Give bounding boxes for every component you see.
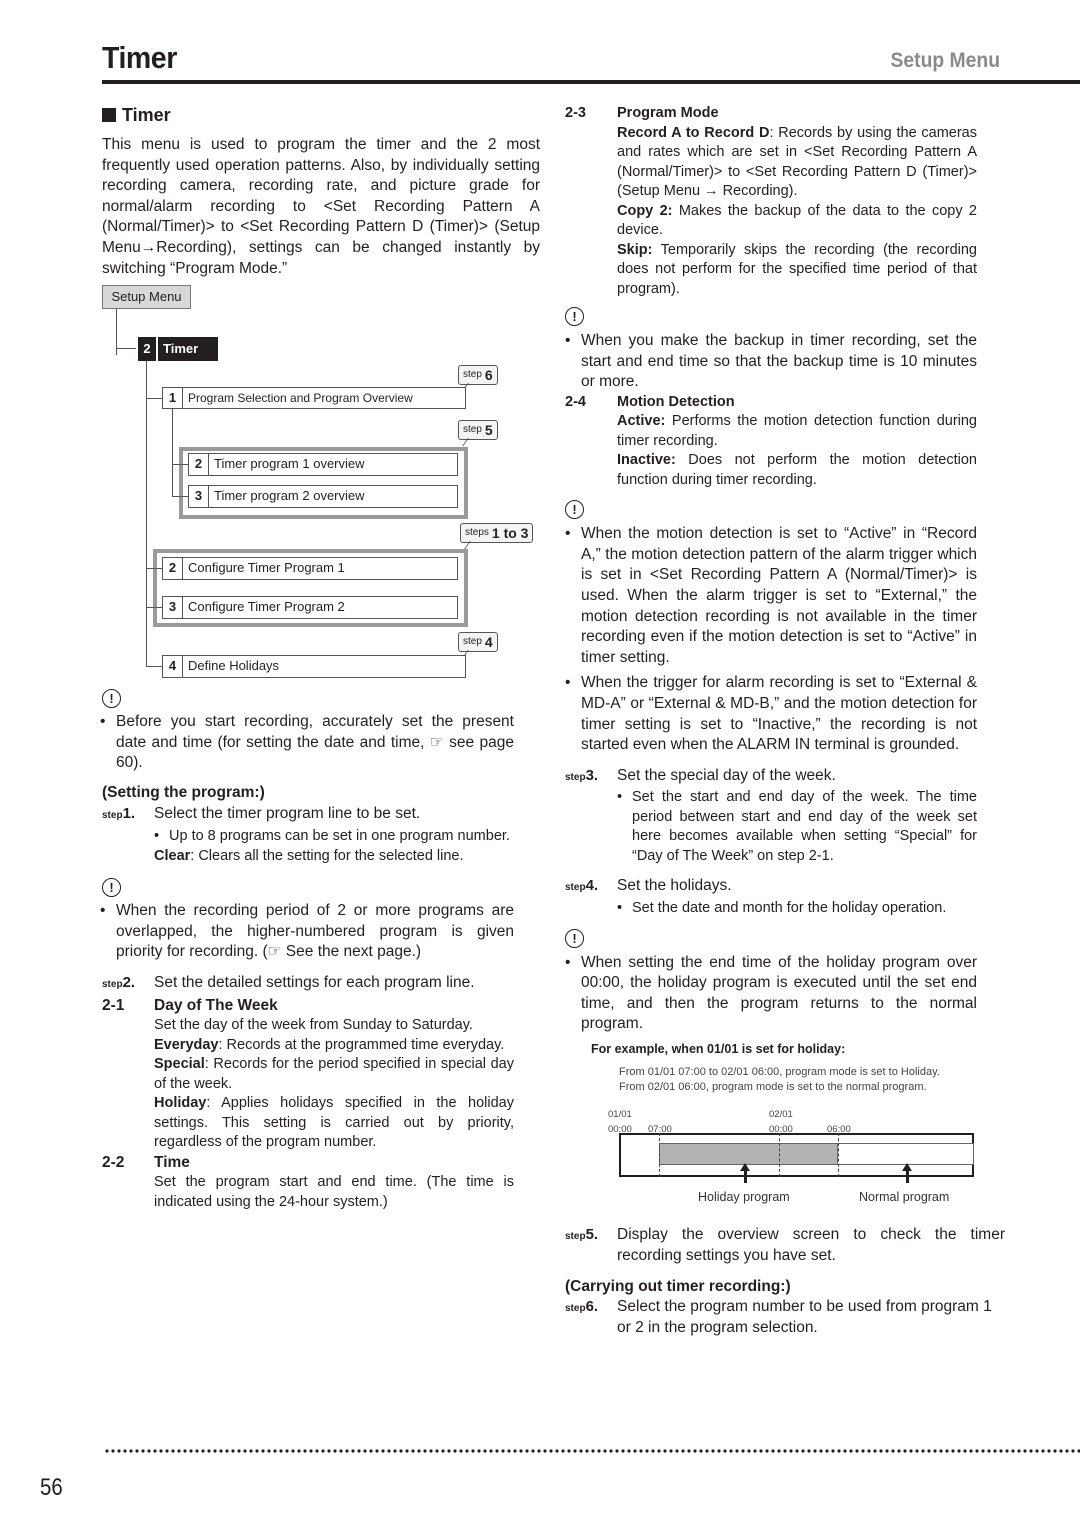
step-1-clear: Clear: Clears all the setting for the se… (154, 847, 464, 864)
timeline-tick (659, 1133, 660, 1178)
square-bullet-icon (102, 108, 116, 122)
holiday-timeline-diagram: 01/01 02/01 00:00 07:00 00:00 06:00 Holi… (565, 1105, 977, 1205)
step-tag: step 5 (458, 420, 498, 441)
timer-menu-box: 2 Timer (138, 337, 218, 362)
step-2: step2. Set the detailed settings for eac… (102, 974, 475, 991)
caution-note: • When the recording period of 2 or more … (100, 902, 514, 961)
example-heading: For example, when 01/01 is set for holid… (591, 1041, 846, 1056)
setup-menu-box: Setup Menu (102, 285, 191, 310)
section-name: Setup Menu (890, 49, 1000, 72)
normal-program-bar (838, 1143, 974, 1166)
timer-menu-label: Timer (158, 337, 218, 362)
subsection-2-1-heading: 2-1 Day of The Week (102, 996, 278, 1014)
caution-note: • When setting the end time of the holida… (565, 953, 977, 1033)
dotted-divider (104, 1448, 1080, 1454)
caution-icon: ! (565, 307, 584, 326)
step-3: step3. Set the special day of the week. (565, 766, 836, 784)
subsection-2-3-heading: 2-3 Program Mode (565, 105, 719, 121)
caution-note: • When the motion detection is set to “Ac… (565, 525, 977, 666)
connector-line (146, 361, 147, 668)
caution-note: • When the trigger for alarm recording is… (565, 674, 977, 754)
menu-item-program-selection: 1 Program Selection and Program Overview (162, 387, 466, 410)
step-1: step1. Select the timer program line to … (102, 804, 421, 822)
page-title: Timer (102, 40, 177, 75)
carrying-out-heading: (Carrying out timer recording:) (565, 1277, 791, 1295)
caution-icon: ! (565, 928, 584, 948)
caution-icon: ! (102, 878, 121, 898)
step-6: step6. Select the program number to be u… (565, 1298, 992, 1336)
step-5: step5. Display the overview screen to ch… (565, 1226, 1005, 1265)
right-column: 2-3 Program Mode Record A to Record D: Re… (565, 104, 1005, 1338)
menu-item-define-holidays: 4 Define Holidays (162, 655, 466, 679)
connector-line (146, 666, 162, 668)
connector-line (146, 568, 162, 570)
step-tag: step 4 (458, 632, 498, 653)
step-1-bullet: • Up to 8 programs can be set in one prog… (154, 828, 510, 845)
timer-menu-number: 2 (138, 337, 156, 362)
caution-note: • Before you start recording, accurately … (100, 713, 514, 772)
holiday-program-caption: Holiday program (698, 1190, 790, 1205)
connector-line (172, 496, 188, 498)
subsection-2-3-text: Record A to Record D: Records by using t… (617, 124, 978, 297)
caution-note: • When you make the backup in timer recor… (565, 332, 977, 391)
menu-item-configure-timer-program-2: 3 Configure Timer Program 2 (162, 596, 458, 620)
connector-line (172, 464, 188, 466)
subsection-2-1-text: Set the day of the week from Sunday to S… (154, 1017, 514, 1151)
left-column: Timer This menu is used to program the t… (100, 103, 540, 1212)
connector-line (146, 607, 162, 609)
section-heading-text: Timer (122, 104, 171, 125)
header-rule (102, 80, 1080, 84)
menu-item-timer-program-1-overview: 2 Timer program 1 overview (188, 453, 458, 477)
timeline-tick (838, 1133, 839, 1178)
normal-program-caption: Normal program (859, 1190, 950, 1205)
page-number: 56 (40, 1474, 63, 1501)
menu-item-configure-timer-program-1: 2 Configure Timer Program 1 (162, 557, 458, 581)
intro-paragraph: This menu is used to program the timer a… (102, 136, 540, 277)
example-line: From 01/01 07:00 to 02/01 06:00, program… (619, 1066, 940, 1079)
menu-diagram: Setup Menu 2 Timer step 6 1 Program Select… (102, 285, 540, 685)
caution-icon: ! (565, 500, 584, 520)
section-heading: Timer (102, 103, 540, 127)
step-3-bullet: • Set the start and end day of the week. … (617, 789, 977, 864)
subsection-2-2-text: Set the program start and end time. (The… (154, 1174, 514, 1210)
example-line: From 02/01 06:00, program mode is set to… (619, 1081, 927, 1094)
step-tag: step 6 (458, 365, 498, 386)
subsection-2-4-heading: 2-4 Motion Detection (565, 393, 735, 410)
step-4-bullet: • Set the date and month for the holiday … (617, 900, 947, 916)
connector-line (146, 398, 162, 400)
menu-item-timer-program-2-overview: 3 Timer program 2 overview (188, 485, 458, 509)
step-4: step4. Set the holidays. (565, 877, 732, 895)
subsection-2-4-text: Active: Performs the motion detection fu… (617, 413, 977, 488)
connector-line (116, 348, 136, 350)
subsection-2-2-heading: 2-2 Time (102, 1153, 190, 1171)
connector-line (172, 409, 173, 498)
caution-icon: ! (102, 689, 121, 709)
step-tag: steps 1 to 3 (460, 523, 534, 544)
holiday-program-bar (659, 1143, 838, 1166)
setting-program-heading: (Setting the program:) (102, 783, 265, 801)
timeline-tick (779, 1133, 780, 1178)
